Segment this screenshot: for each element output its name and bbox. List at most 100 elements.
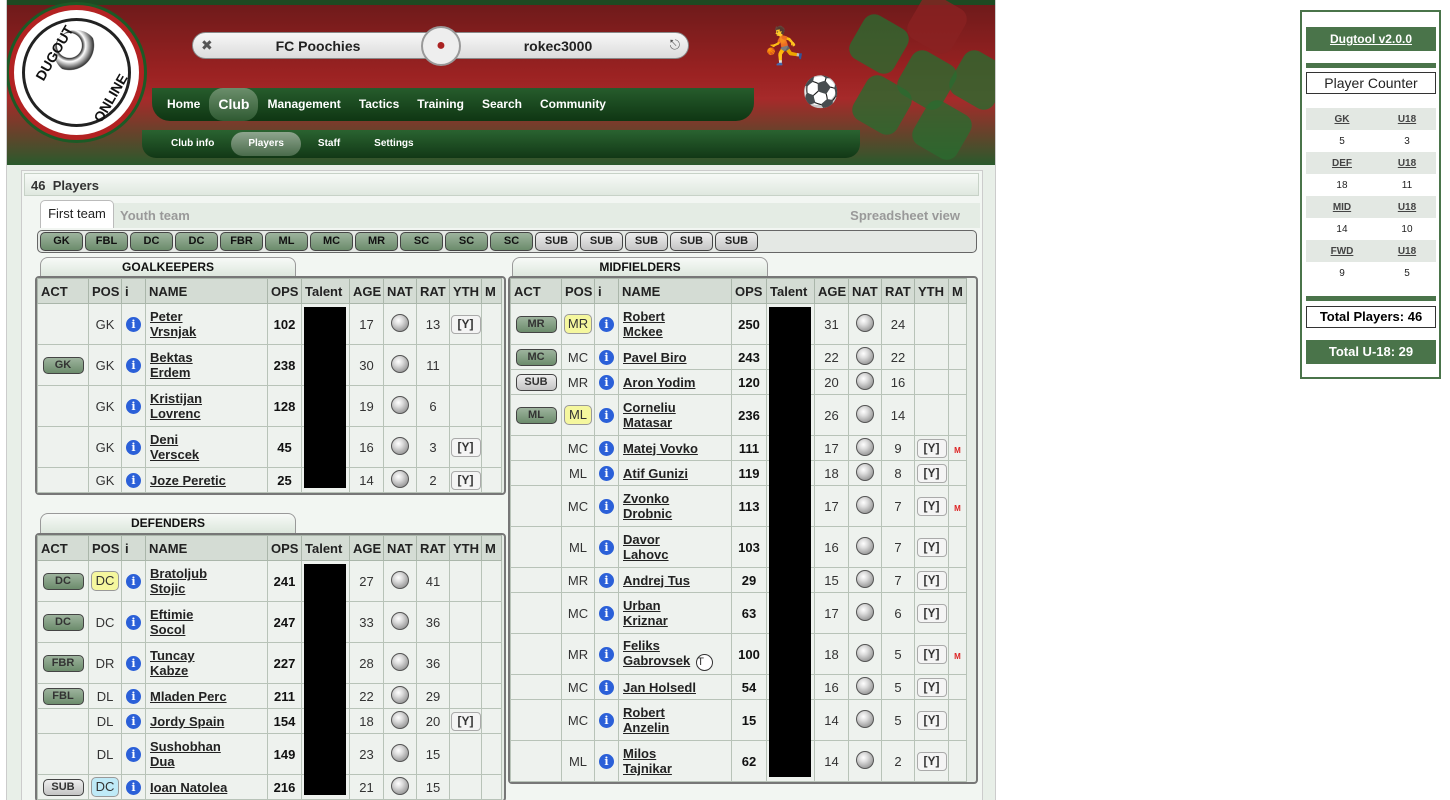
action-position-button[interactable]: DC	[42, 573, 84, 590]
position-slot-button[interactable]: SUB	[670, 232, 713, 251]
info-icon[interactable]: i	[126, 574, 141, 589]
info-icon[interactable]: i	[126, 747, 141, 762]
counter-u18-link[interactable]: U18	[1377, 196, 1436, 218]
dugout-online-logo[interactable]: DUGOUT ONLINE	[9, 5, 144, 140]
logout-icon[interactable]: ⎋	[670, 37, 680, 53]
player-name-link[interactable]: Matej Vovko	[623, 441, 698, 456]
info-icon[interactable]: i	[599, 375, 614, 390]
position-slot-button[interactable]: ML	[265, 232, 308, 251]
player-name-link[interactable]: Kristijan Lovrenc	[150, 391, 202, 421]
position-slot-button[interactable]: MR	[355, 232, 398, 251]
player-name-link[interactable]: Atif Gunizi	[623, 466, 688, 481]
position-slot-button[interactable]: SC	[400, 232, 443, 251]
action-position-button[interactable]: ML	[515, 407, 557, 424]
info-icon[interactable]: i	[599, 350, 614, 365]
player-name-link[interactable]: Robert Anzelin	[623, 705, 669, 735]
nav-training[interactable]: Training	[408, 88, 473, 121]
player-name-link[interactable]: Jan Holsedl	[623, 680, 696, 695]
action-position-button[interactable]: FBL	[42, 688, 84, 705]
info-icon[interactable]: i	[599, 317, 614, 332]
info-icon[interactable]: i	[126, 714, 141, 729]
player-name-link[interactable]: Ioan Natolea	[150, 780, 227, 795]
tab-first-team[interactable]: First team	[40, 200, 114, 228]
player-name-link[interactable]: Eftimie Socol	[150, 607, 193, 637]
info-icon[interactable]: i	[599, 680, 614, 695]
position-slot-button[interactable]: DC	[175, 232, 218, 251]
action-position-button[interactable]: FBR	[42, 655, 84, 672]
subnav-staff[interactable]: Staff	[301, 132, 357, 156]
position-slot-button[interactable]: SUB	[535, 232, 578, 251]
player-name-link[interactable]: Feliks Gabrovsek	[623, 638, 690, 668]
counter-u18-link[interactable]: U18	[1377, 108, 1436, 130]
info-icon[interactable]: i	[599, 441, 614, 456]
info-icon[interactable]: i	[126, 440, 141, 455]
nav-tactics[interactable]: Tactics	[350, 88, 408, 121]
position-slot-button[interactable]: SC	[490, 232, 533, 251]
info-icon[interactable]: i	[599, 573, 614, 588]
player-name-link[interactable]: Aron Yodim	[623, 375, 695, 390]
nav-club[interactable]: Club	[209, 88, 259, 121]
position-slot-button[interactable]: SUB	[580, 232, 623, 251]
player-name-link[interactable]: Tuncay Kabze	[150, 648, 195, 678]
info-icon[interactable]: i	[126, 399, 141, 414]
player-name-link[interactable]: Peter Vrsnjak	[150, 309, 196, 339]
username[interactable]: rokec3000	[473, 38, 643, 54]
action-position-button[interactable]: GK	[42, 357, 84, 374]
info-icon[interactable]: i	[126, 780, 141, 795]
info-icon[interactable]: i	[126, 689, 141, 704]
position-slot-button[interactable]: DC	[130, 232, 173, 251]
club-name[interactable]: FC Poochies	[233, 38, 403, 54]
action-position-button[interactable]: MR	[515, 316, 557, 333]
counter-u18-link[interactable]: U18	[1377, 152, 1436, 174]
info-icon[interactable]: i	[126, 473, 141, 488]
info-icon[interactable]: i	[599, 754, 614, 769]
counter-u18-link[interactable]: U18	[1377, 240, 1436, 262]
wrench-icon[interactable]: ✖	[201, 37, 213, 54]
info-icon[interactable]: i	[126, 317, 141, 332]
player-name-link[interactable]: Pavel Biro	[623, 350, 687, 365]
counter-pos-link[interactable]: MID	[1306, 196, 1378, 218]
info-icon[interactable]: i	[599, 499, 614, 514]
info-icon[interactable]: i	[599, 647, 614, 662]
position-slot-button[interactable]: MC	[310, 232, 353, 251]
spreadsheet-view-link[interactable]: Spreadsheet view	[850, 208, 960, 223]
player-name-link[interactable]: Deni Verscek	[150, 432, 199, 462]
info-icon[interactable]: i	[599, 408, 614, 423]
transfer-icon[interactable]: T	[696, 653, 714, 671]
action-position-button[interactable]: MC	[515, 349, 557, 366]
player-name-link[interactable]: Mladen Perc	[150, 689, 227, 704]
info-icon[interactable]: i	[126, 656, 141, 671]
nav-home[interactable]: Home	[158, 88, 209, 121]
tab-youth-team[interactable]: Youth team	[120, 208, 190, 223]
counter-pos-link[interactable]: DEF	[1306, 152, 1378, 174]
team-crest-icon[interactable]: ●	[421, 26, 461, 66]
player-name-link[interactable]: Bektas Erdem	[150, 350, 193, 380]
info-icon[interactable]: i	[126, 358, 141, 373]
position-slot-button[interactable]: SUB	[625, 232, 668, 251]
player-name-link[interactable]: Zvonko Drobnic	[623, 491, 672, 521]
player-name-link[interactable]: Urban Kriznar	[623, 598, 668, 628]
action-position-button[interactable]: DC	[42, 614, 84, 631]
player-name-link[interactable]: Andrej Tus	[623, 573, 690, 588]
position-slot-button[interactable]: GK	[40, 232, 83, 251]
counter-pos-link[interactable]: FWD	[1306, 240, 1378, 262]
subnav-settings[interactable]: Settings	[357, 132, 430, 156]
counter-pos-link[interactable]: GK	[1306, 108, 1378, 130]
info-icon[interactable]: i	[126, 615, 141, 630]
player-name-link[interactable]: Milos Tajnikar	[623, 746, 672, 776]
player-name-link[interactable]: Corneliu Matasar	[623, 400, 676, 430]
nav-search[interactable]: Search	[473, 88, 531, 121]
nav-community[interactable]: Community	[531, 88, 615, 121]
position-slot-button[interactable]: SUB	[715, 232, 758, 251]
action-position-button[interactable]: SUB	[515, 374, 557, 391]
position-slot-button[interactable]: FBR	[220, 232, 263, 251]
player-name-link[interactable]: Jordy Spain	[150, 714, 224, 729]
info-icon[interactable]: i	[599, 540, 614, 555]
action-position-button[interactable]: SUB	[42, 779, 84, 796]
player-name-link[interactable]: Joze Peretic	[150, 473, 226, 488]
subnav-players[interactable]: Players	[231, 132, 301, 156]
info-icon[interactable]: i	[599, 713, 614, 728]
position-slot-button[interactable]: SC	[445, 232, 488, 251]
info-icon[interactable]: i	[599, 466, 614, 481]
player-name-link[interactable]: Sushobhan Dua	[150, 739, 221, 769]
